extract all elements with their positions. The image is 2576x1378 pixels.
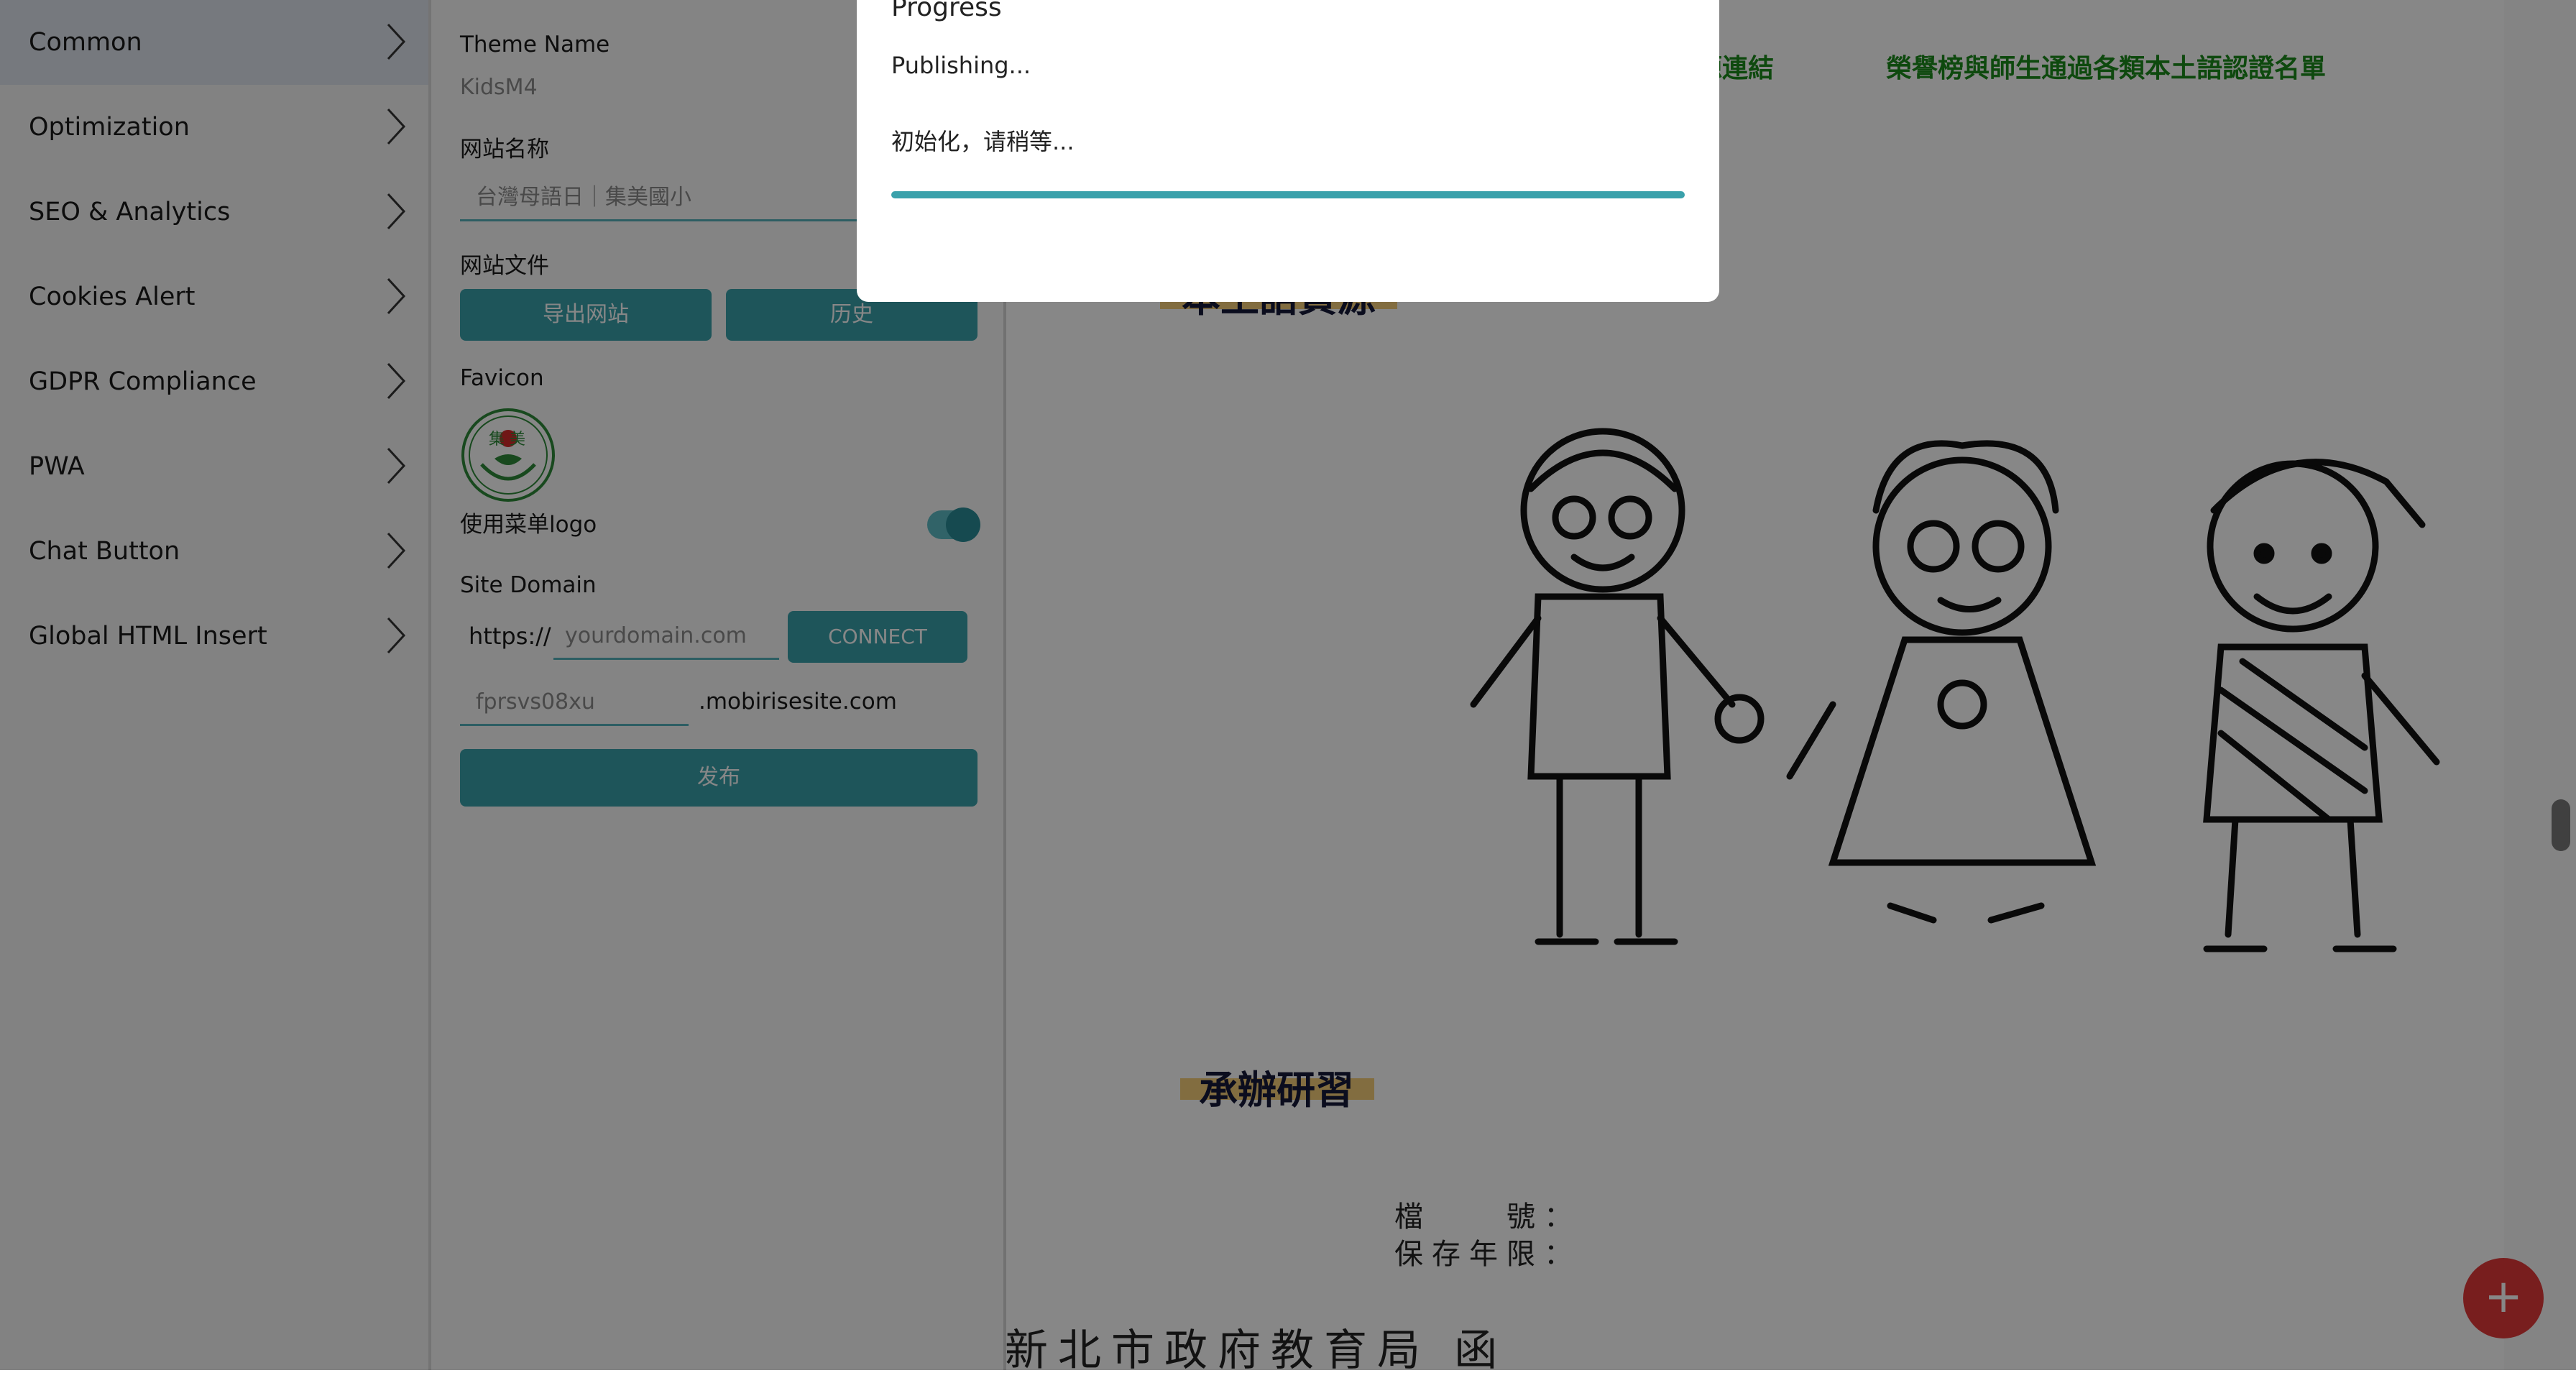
progress-fill: [891, 191, 1685, 198]
modal-status: Publishing...: [891, 52, 1031, 79]
progress-bar: [891, 191, 1685, 198]
progress-modal: Progress Publishing... 初始化，请稍等...: [857, 0, 1719, 302]
modal-sub-status: 初始化，请稍等...: [891, 128, 1075, 155]
modal-title: Progress: [891, 0, 1002, 22]
